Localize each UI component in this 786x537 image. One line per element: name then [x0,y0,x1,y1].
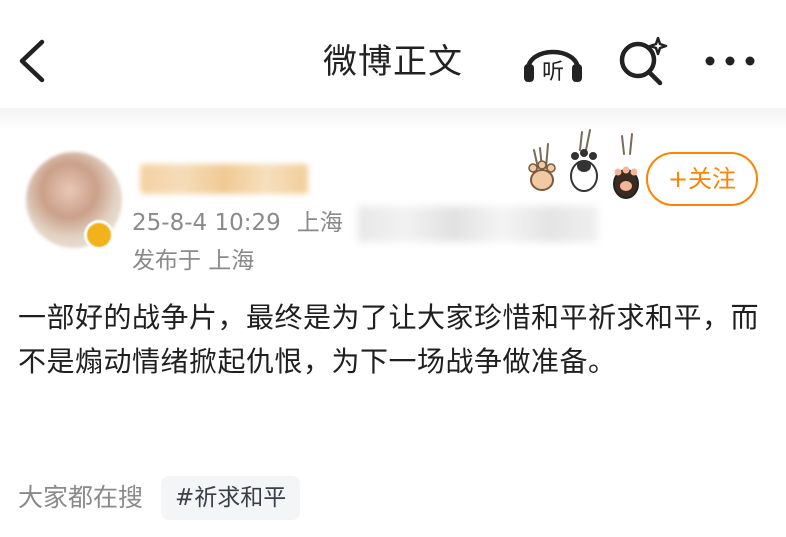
search-button[interactable] [614,34,670,88]
post-text: 一部好的战争片，最终是为了让大家珍惜和平祈求和平，而不是煽动情绪掀起仇恨，为下一… [18,301,760,378]
trending-search-tag[interactable]: #祈求和平 [161,476,301,520]
post-location: 发布于 上海 [132,248,255,274]
headphones-icon: 听 [524,49,582,85]
verified-badge-icon [84,220,114,250]
top-nav-bar: 微博正文 听 [0,0,786,112]
username-redacted[interactable] [140,164,308,194]
weibo-post-page: 微博正文 听 25-8-4 10:29 上海 发布于 上海 +关注 一部好的战争… [0,0,786,537]
cat-paw-decoration [528,129,639,199]
cat-paw-icon [528,143,556,191]
post-ip-prefix: 上海 [296,210,343,236]
more-options-button[interactable] [700,36,760,86]
post-date: 25-8-4 10:29 [132,210,281,236]
listen-button[interactable]: 听 [520,34,586,88]
listen-icon-label: 听 [542,60,564,85]
trending-search-strip: 大家都在搜 #祈求和平 [18,476,301,520]
cat-paw-icon [570,129,598,192]
post-meta: 25-8-4 10:29 上海 [132,208,343,238]
follow-button[interactable]: +关注 [646,152,758,206]
nav-divider [0,108,786,128]
trending-search-label: 大家都在搜 [18,483,144,512]
cat-paw-icon [613,133,639,199]
more-dots-icon [705,56,755,66]
search-sparkle-icon [619,36,668,86]
